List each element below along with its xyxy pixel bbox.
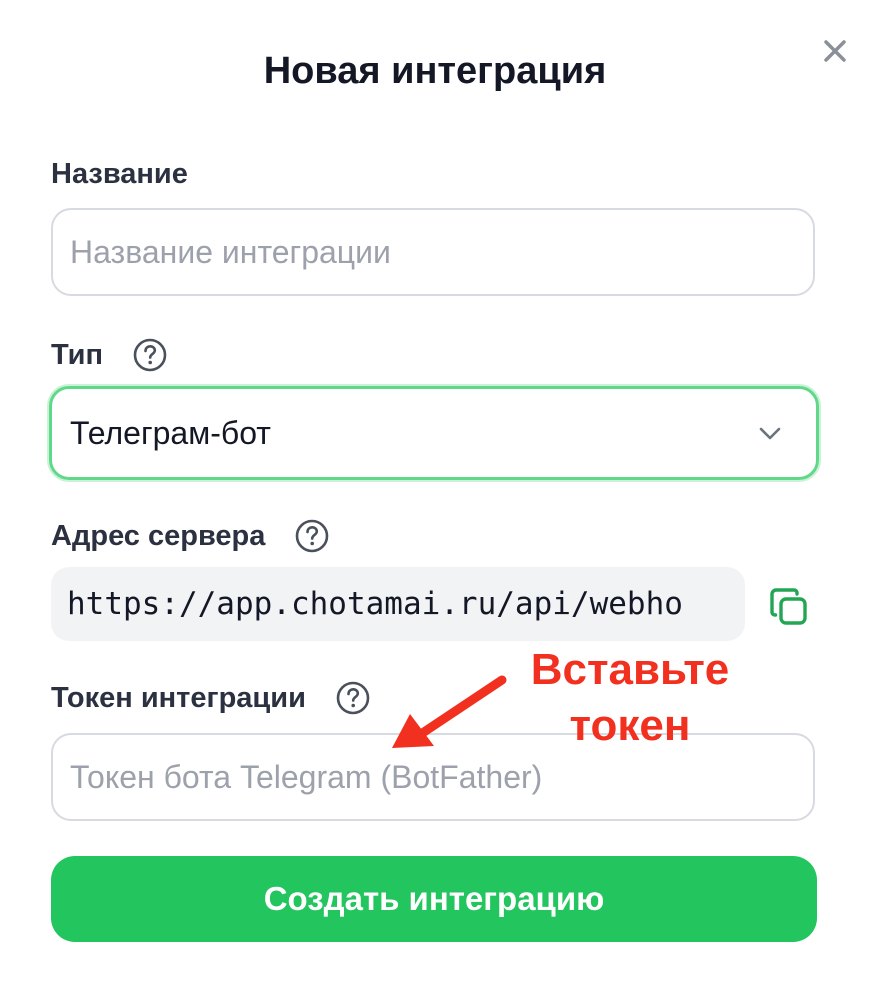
type-label-row: Тип (51, 338, 167, 372)
name-label-row: Название (51, 158, 188, 191)
annotation-line-2: токен (569, 701, 691, 750)
help-circle-icon[interactable] (336, 681, 370, 715)
token-label-row: Токен интеграции (51, 681, 370, 715)
server-label: Адрес сервера (51, 519, 266, 552)
chevron-down-icon (759, 427, 781, 440)
token-label: Токен интеграции (51, 681, 306, 714)
help-circle-icon[interactable] (133, 338, 167, 372)
name-label: Название (51, 158, 188, 190)
server-address-field[interactable]: https://app.chotamai.ru/api/webho (51, 567, 745, 641)
type-select[interactable]: Телеграм-бот (49, 386, 819, 480)
type-select-value: Телеграм-бот (70, 414, 271, 451)
server-address-value: https://app.chotamai.ru/api/webho (67, 586, 683, 622)
paste-token-annotation: Вставьте токен (500, 642, 760, 754)
annotation-arrow-icon (392, 675, 507, 748)
name-input[interactable]: Название интеграции (51, 208, 815, 296)
type-label: Тип (51, 338, 103, 371)
dialog-title: Новая интеграция (263, 50, 607, 92)
annotation-line-1: Вставьте (530, 645, 730, 694)
create-integration-button[interactable]: Создать интеграцию (51, 856, 817, 942)
server-label-row: Адрес сервера (51, 519, 329, 553)
token-input-placeholder: Токен бота Telegram (BotFather) (70, 758, 543, 795)
new-integration-dialog: Новая интеграция Название Название интег… (0, 0, 870, 990)
copy-icon[interactable] (768, 586, 810, 628)
help-circle-icon[interactable] (295, 519, 329, 553)
name-input-placeholder: Название интеграции (70, 233, 391, 270)
